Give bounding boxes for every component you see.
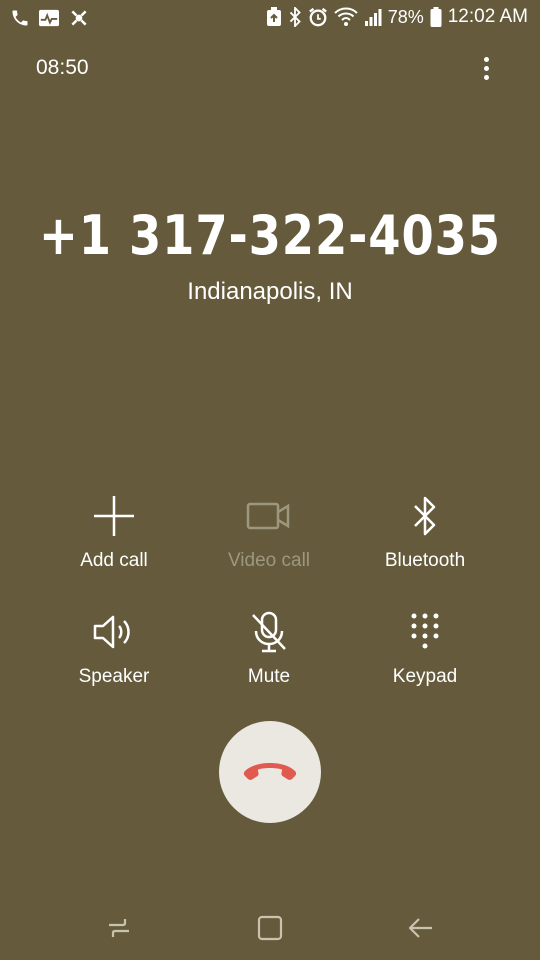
- signal-icon: [364, 7, 382, 27]
- battery-percent: 78%: [387, 6, 424, 27]
- home-button[interactable]: [250, 910, 290, 946]
- alarm-icon: [308, 7, 328, 27]
- navigation-bar: [0, 898, 540, 960]
- add-call-label: Add call: [80, 550, 148, 571]
- bluetooth-icon: [288, 7, 302, 27]
- recent-apps-icon: [109, 919, 129, 937]
- end-call-button[interactable]: [219, 721, 321, 823]
- activity-icon: [38, 8, 60, 28]
- status-right-icons: 78% 12:02 AM: [266, 6, 528, 28]
- status-left-icons: [10, 8, 90, 28]
- keypad-button[interactable]: Keypad: [350, 610, 500, 688]
- phone-number: +1 317-322-4035: [39, 204, 501, 267]
- speaker-button[interactable]: Speaker: [39, 610, 189, 688]
- video-camera-icon: [194, 494, 344, 538]
- keypad-icon: [350, 610, 500, 654]
- end-call-icon: [243, 763, 297, 780]
- add-call-button[interactable]: Add call: [39, 494, 189, 572]
- battery-icon: [430, 7, 442, 27]
- speaker-icon: [39, 610, 189, 654]
- recent-apps-button[interactable]: [99, 910, 139, 946]
- call-timer: 08:50: [36, 56, 89, 79]
- more-options-icon: [483, 56, 489, 62]
- bluetooth-button[interactable]: Bluetooth: [350, 494, 500, 572]
- back-button[interactable]: [401, 910, 441, 946]
- more-options-button[interactable]: [474, 52, 498, 84]
- gesture-icon: [68, 8, 90, 28]
- speaker-label: Speaker: [78, 666, 150, 687]
- caller-location: Indianapolis, IN: [187, 278, 353, 305]
- home-icon: [257, 915, 283, 941]
- microphone-off-icon: [194, 610, 344, 654]
- recycle-icon: [266, 7, 282, 27]
- wifi-icon: [333, 7, 358, 27]
- video-call-button[interactable]: Video call: [194, 494, 344, 572]
- mute-button[interactable]: Mute: [194, 610, 344, 688]
- status-bar: 78% 12:02 AM: [0, 0, 540, 38]
- video-call-label: Video call: [227, 550, 311, 571]
- bluetooth-label: Bluetooth: [384, 550, 466, 571]
- bluetooth-icon: [350, 494, 500, 538]
- plus-icon: [39, 494, 189, 538]
- back-icon: [408, 918, 432, 938]
- phone-icon: [10, 8, 30, 28]
- keypad-label: Keypad: [392, 666, 458, 687]
- status-time: 12:02 AM: [447, 6, 528, 27]
- mute-label: Mute: [247, 666, 291, 687]
